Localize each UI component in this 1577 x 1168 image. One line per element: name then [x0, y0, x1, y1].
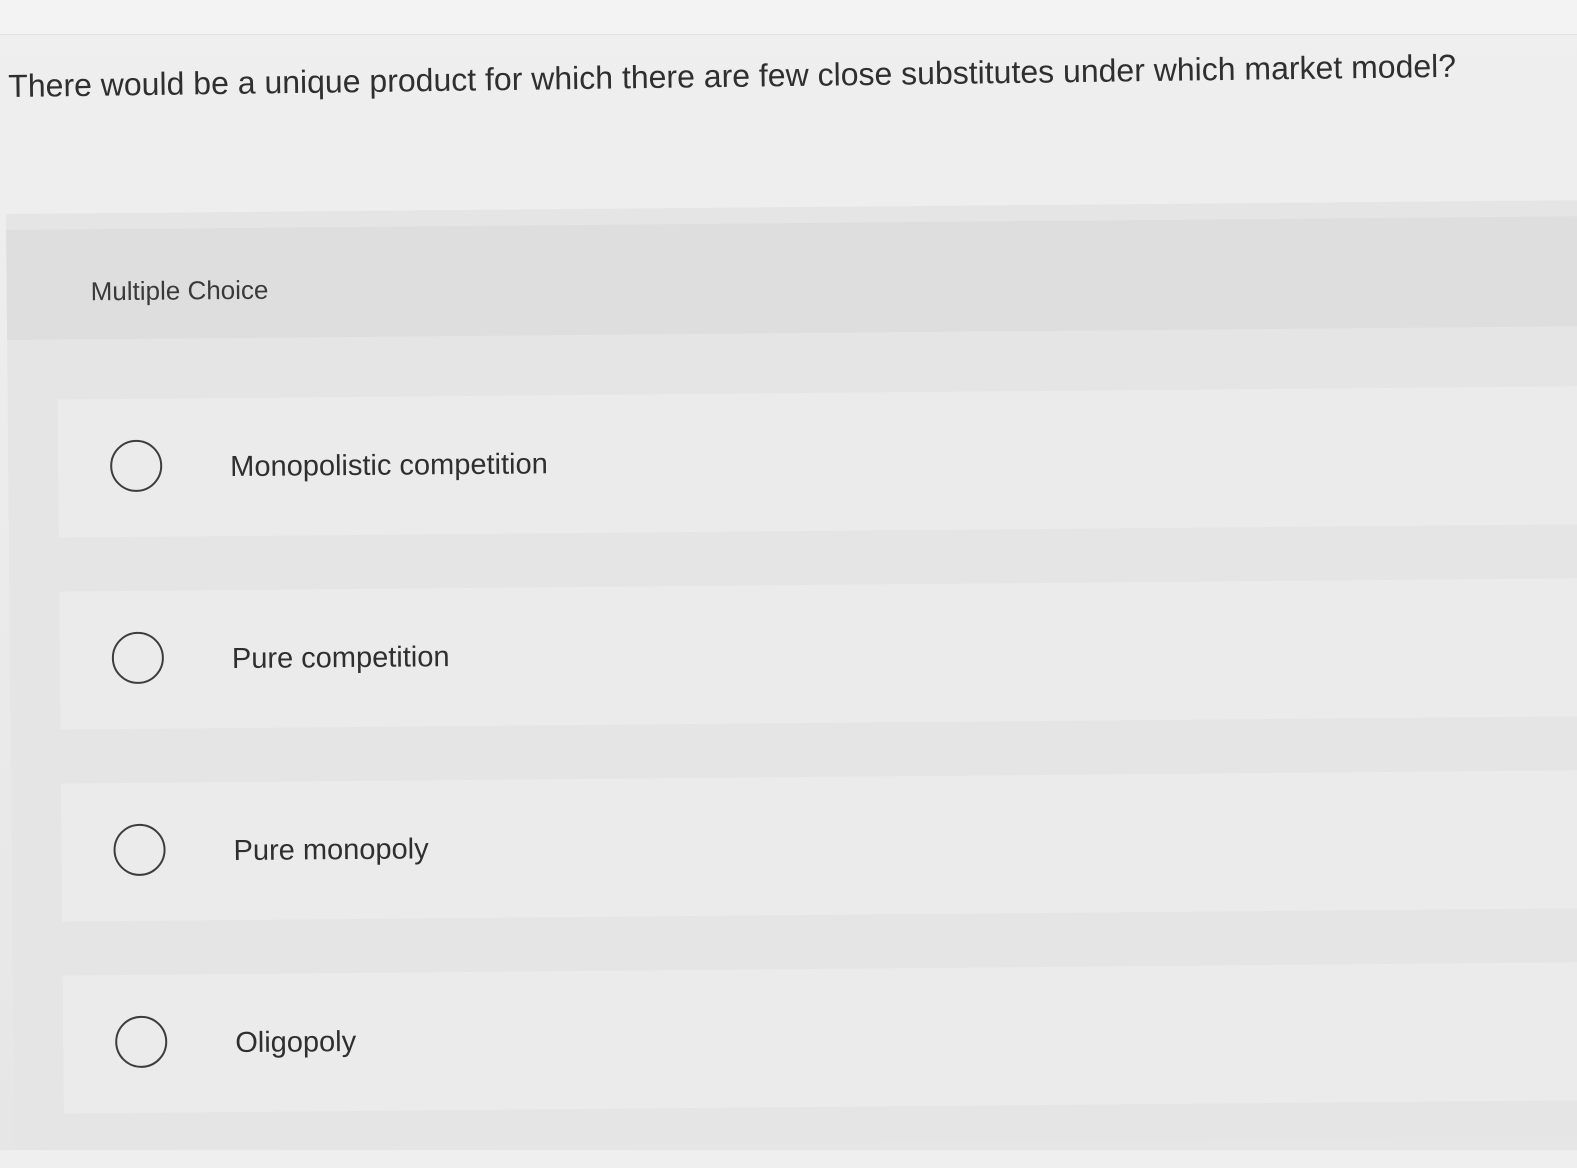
answer-option-label: Monopolistic competition: [230, 448, 548, 484]
answer-option-label: Pure monopoly: [233, 833, 429, 868]
answer-option-label: Pure competition: [231, 641, 450, 676]
radio-unchecked-icon[interactable]: [109, 439, 163, 493]
answer-option[interactable]: Oligopoly: [62, 962, 1577, 1114]
question-type-label: Multiple Choice: [90, 274, 269, 307]
radio-unchecked-icon[interactable]: [115, 1015, 168, 1069]
question-text: There would be a unique product for whic…: [8, 47, 1457, 104]
answer-option[interactable]: Pure monopoly: [60, 770, 1577, 922]
answer-option[interactable]: Monopolistic competition: [57, 386, 1577, 538]
answer-options: Monopolistic competition Pure competitio…: [57, 386, 1577, 1167]
radio-unchecked-icon[interactable]: [111, 631, 165, 685]
answer-panel: Multiple Choice Monopolistic competition…: [6, 200, 1577, 1150]
answer-option-label: Oligopoly: [235, 1025, 357, 1060]
top-bar: [0, 0, 1577, 35]
answer-option[interactable]: Pure competition: [59, 578, 1577, 730]
radio-unchecked-icon[interactable]: [113, 823, 166, 877]
